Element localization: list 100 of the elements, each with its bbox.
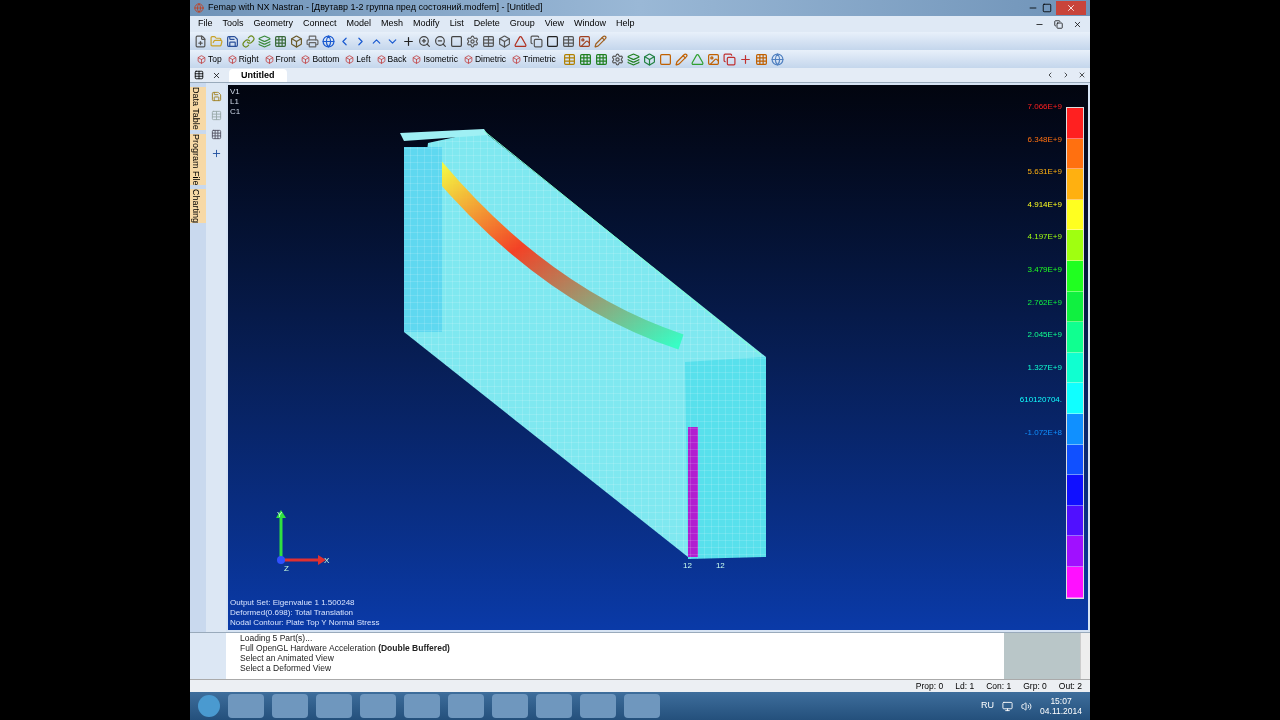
list-icon[interactable] (562, 34, 575, 48)
cube-icon (512, 54, 522, 64)
language-indicator[interactable]: RU (981, 699, 995, 713)
view-button[interactable]: Right (224, 52, 262, 66)
cube-icon (463, 54, 473, 64)
message-line: Select an Animated View (240, 653, 335, 663)
cube-icon[interactable] (498, 34, 511, 48)
view-button[interactable]: Top (194, 52, 225, 66)
layers-icon[interactable] (258, 34, 271, 48)
pencil-icon[interactable] (594, 34, 607, 48)
menu-item[interactable]: Help (616, 17, 635, 31)
side-tab[interactable]: Charting (190, 189, 206, 224)
cube-icon (264, 54, 274, 64)
gear-icon[interactable] (610, 52, 624, 66)
legend-value: 4.914E+9 (1027, 200, 1062, 209)
cube-icon (197, 54, 206, 64)
zoom-out-icon[interactable] (434, 34, 447, 48)
status-text: Prop: 0 (915, 679, 944, 693)
grid-icon[interactable] (194, 70, 204, 80)
plus-icon[interactable] (402, 34, 415, 48)
link-icon[interactable] (242, 34, 255, 48)
view-button[interactable]: Isometric (409, 52, 461, 66)
cube-icon (412, 54, 422, 64)
box-icon[interactable] (642, 52, 656, 66)
save-icon[interactable] (226, 34, 239, 48)
copy-icon[interactable] (530, 34, 543, 48)
view-button[interactable]: Trimetric (509, 52, 559, 66)
legend-value: 610120704. (1019, 396, 1062, 405)
menu-item[interactable]: File (198, 17, 213, 31)
view-label: V1 (230, 87, 241, 97)
new-file-icon[interactable] (194, 34, 207, 48)
menu-item[interactable]: Group (509, 17, 535, 31)
message-line: Loading 5 Part(s)... (240, 633, 314, 643)
app-logo-icon (194, 3, 204, 13)
menu-item[interactable]: List (449, 17, 464, 31)
close-icon[interactable] (1073, 19, 1082, 29)
view-button[interactable]: Left (342, 52, 374, 66)
status-text: Con: 1 (986, 679, 1012, 693)
close-icon[interactable] (212, 70, 221, 80)
view-button[interactable]: Bottom (298, 52, 343, 66)
status-text: Out: 2 (1058, 679, 1082, 693)
triangle-icon[interactable] (514, 34, 527, 48)
menu-item[interactable]: Mesh (381, 17, 404, 31)
status-text: Ld: 1 (955, 679, 975, 693)
menu-item[interactable]: View (544, 17, 565, 31)
menu-item[interactable]: Geometry (253, 17, 294, 31)
square-icon[interactable] (658, 52, 672, 66)
status-text: Grp: 0 (1023, 679, 1047, 693)
axis-label: Z (284, 563, 289, 575)
printer-icon[interactable] (306, 34, 319, 48)
maximize-icon[interactable] (1042, 3, 1052, 13)
cube-icon (227, 54, 237, 64)
menu-item[interactable]: Model (346, 17, 372, 31)
table-icon[interactable] (482, 34, 495, 48)
volume-icon[interactable] (1021, 700, 1033, 712)
view-label: L1 (230, 97, 240, 107)
document-tab[interactable]: Untitled (229, 68, 287, 82)
side-tab[interactable]: Data Table (190, 87, 206, 130)
close-icon[interactable] (1078, 71, 1086, 79)
globe-icon[interactable] (322, 34, 335, 48)
triangle-icon[interactable] (690, 52, 704, 66)
view-button[interactable]: Back (373, 52, 410, 66)
legend-value: 2.762E+9 (1027, 298, 1062, 307)
legend-value: -1.072E+8 (1024, 428, 1062, 437)
menu-item[interactable]: Tools (222, 17, 244, 31)
side-tab[interactable]: Program File (190, 133, 206, 186)
output-info-text: Nodal Contour: Plate Top Y Normal Stress (230, 618, 380, 628)
axis-label: X (324, 555, 330, 567)
cube-icon (345, 54, 355, 64)
menu-item[interactable]: Connect (303, 17, 337, 31)
legend-value: 3.479E+9 (1027, 265, 1062, 274)
legend-value: 6.348E+9 (1027, 135, 1062, 144)
pencil-icon[interactable] (674, 52, 688, 66)
output-info-text: Output Set: Eigenvalue 1 1.500248 (230, 598, 356, 608)
menu-item[interactable]: Delete (473, 17, 500, 31)
frame-icon[interactable] (546, 34, 559, 48)
globe-icon[interactable] (770, 52, 784, 66)
menu-item[interactable]: Window (574, 17, 607, 31)
image-icon[interactable] (706, 52, 720, 66)
copy-icon[interactable] (722, 52, 736, 66)
scrollbar[interactable] (1080, 633, 1090, 679)
layers-icon[interactable] (626, 52, 640, 66)
node-label: 12 (715, 560, 725, 572)
axis-label: Y (277, 509, 283, 521)
restore-icon[interactable] (1054, 19, 1063, 29)
node-label: 12 (683, 560, 692, 572)
legend-value: 7.066E+9 (1027, 103, 1062, 111)
network-icon[interactable] (1002, 700, 1014, 712)
view-button[interactable]: Front (261, 52, 299, 66)
legend-value: 1.327E+9 (1027, 363, 1062, 372)
view-button[interactable]: Dimetric (460, 52, 510, 66)
menu-item[interactable]: Modify (413, 17, 440, 31)
settings-icon[interactable] (466, 34, 479, 48)
box-icon[interactable] (290, 34, 303, 48)
zoom-in-icon[interactable] (418, 34, 431, 48)
cube-icon (301, 54, 311, 64)
start-orb-icon[interactable] (198, 695, 220, 717)
output-info-text: Deformed(0.698): Total Translation (230, 608, 355, 618)
square-icon[interactable] (450, 34, 463, 48)
image-icon[interactable] (578, 34, 591, 48)
